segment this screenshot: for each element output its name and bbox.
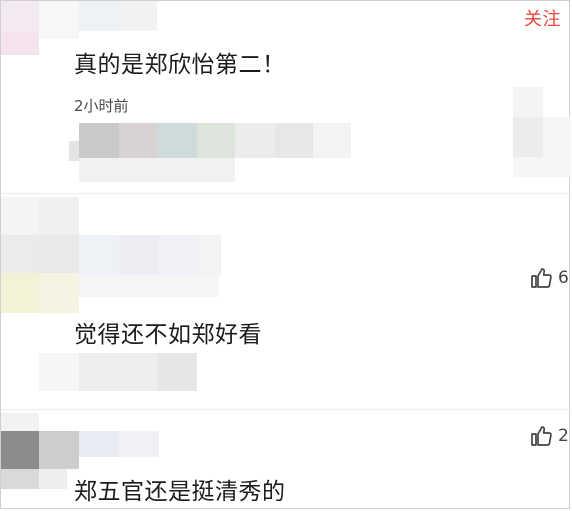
comment-text: 觉得还不如郑好看 [74, 322, 262, 348]
divider [1, 409, 571, 410]
comment-panel: 关注 真的是郑欣怡第二！ 2小时前 6 觉得还不如郑好看 2 郑五官还是挺清秀的 [0, 0, 571, 509]
thumbs-up-icon [531, 268, 552, 288]
like-count: 2 [558, 426, 569, 446]
follow-button[interactable]: 关注 [524, 5, 561, 31]
like-count: 6 [558, 268, 569, 288]
comment-text: 真的是郑欣怡第二！ [74, 52, 286, 78]
comment-time: 2小时前 [74, 97, 129, 115]
thumbs-up-icon [531, 426, 552, 446]
divider [1, 193, 571, 194]
like-button[interactable]: 6 [529, 266, 569, 290]
like-button[interactable]: 2 [529, 424, 569, 448]
comment-text: 郑五官还是挺清秀的 [74, 479, 286, 505]
